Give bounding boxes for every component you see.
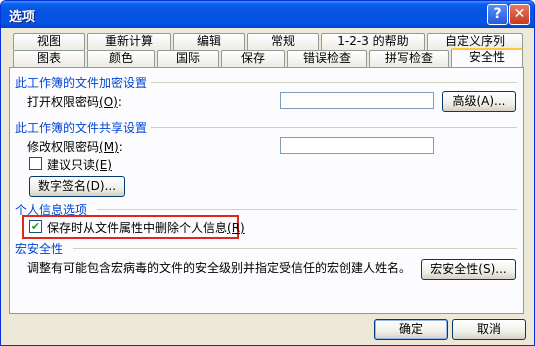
cancel-button[interactable]: 取消: [452, 319, 526, 340]
section-divider: [97, 209, 517, 210]
advanced-button[interactable]: 高级(A)...: [442, 91, 516, 112]
readonly-label[interactable]: 建议只读(E): [47, 156, 112, 173]
section-divider: [151, 127, 517, 128]
options-dialog: 选项 ? ✕ 视图 重新计算 编辑 常规 1-2-3 的帮助 自定义序列 图表 …: [0, 0, 535, 346]
tab-123-help[interactable]: 1-2-3 的帮助: [321, 33, 425, 50]
tab-recalculation[interactable]: 重新计算: [87, 33, 171, 50]
remove-personal-info-label[interactable]: 保存时从文件属性中删除个人信息(R): [47, 219, 245, 236]
tab-edit[interactable]: 编辑: [173, 33, 245, 50]
title-bar[interactable]: 选项 ? ✕: [1, 1, 534, 28]
encryption-heading: 此工作簿的文件加密设置: [15, 76, 148, 90]
close-icon[interactable]: ✕: [509, 4, 530, 25]
open-password-label: 打开权限密码(O):: [27, 95, 122, 109]
macro-description: 调整有可能包含宏病毒的文件的安全级别并指定受信任的宏创建人姓名。: [27, 261, 412, 275]
tab-chart[interactable]: 图表: [13, 50, 85, 67]
open-password-input[interactable]: [280, 92, 434, 109]
tab-error-checking[interactable]: 错误检查: [287, 50, 367, 67]
digital-signature-button[interactable]: 数字签名(D)...: [29, 176, 125, 197]
section-divider: [151, 82, 517, 83]
ok-button[interactable]: 确定: [374, 319, 448, 340]
tab-color[interactable]: 颜色: [87, 50, 155, 67]
tab-general[interactable]: 常规: [247, 33, 319, 50]
tab-security[interactable]: 安全性: [451, 48, 523, 67]
dialog-title: 选项: [9, 10, 36, 25]
macro-security-button[interactable]: 宏安全性(S)...: [421, 259, 516, 280]
section-divider: [73, 248, 517, 249]
tab-save[interactable]: 保存: [221, 50, 285, 67]
tab-view[interactable]: 视图: [13, 33, 85, 50]
help-icon[interactable]: ?: [487, 4, 508, 25]
tab-spelling[interactable]: 拼写检查: [369, 50, 449, 67]
remove-personal-info-checkbox[interactable]: ✔: [29, 220, 42, 233]
tab-international[interactable]: 国际: [157, 50, 219, 67]
modify-password-label: 修改权限密码(M):: [27, 140, 123, 154]
sharing-heading: 此工作簿的文件共享设置: [15, 121, 148, 135]
readonly-checkbox[interactable]: [29, 157, 42, 170]
macro-security-heading: 宏安全性: [15, 242, 64, 256]
modify-password-input[interactable]: [280, 137, 434, 154]
